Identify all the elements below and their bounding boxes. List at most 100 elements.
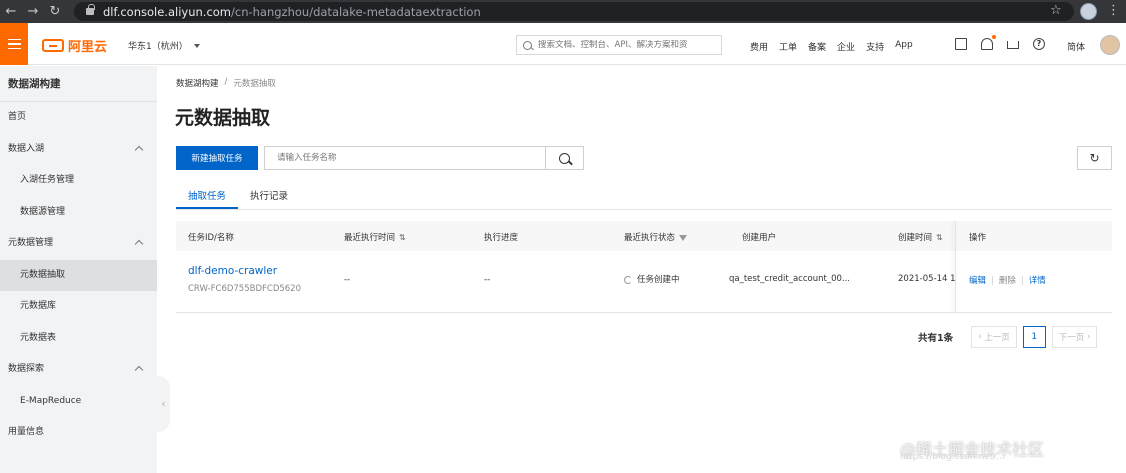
edit-link[interactable]: 编辑 bbox=[969, 276, 986, 286]
bookmark-star-icon[interactable]: ☆ bbox=[1050, 3, 1062, 18]
sidebar-group-metadata[interactable]: 元数据管理 bbox=[0, 228, 157, 260]
breadcrumb-current: 元数据抽取 bbox=[233, 79, 276, 89]
details-link[interactable]: 详情 bbox=[1029, 276, 1046, 286]
address-bar[interactable]: dlf.console.aliyun.com/cn-hangzhou/datal… bbox=[74, 2, 1074, 21]
watermark-url: https://blog.csdn.net/... bbox=[900, 452, 1005, 462]
browser-menu-icon[interactable]: ⋮ bbox=[1107, 3, 1120, 18]
table-header: 任务ID/名称 最近执行时间 ⇅ 执行进度 最近执行状态 创建用户 创建时间 ⇅ 操… bbox=[176, 221, 1112, 251]
sort-icon[interactable]: ⇅ bbox=[936, 233, 943, 242]
url-path: /cn-hangzhou/datalake-metadataextraction bbox=[231, 4, 481, 19]
progress: -- bbox=[484, 275, 491, 285]
tasks-table: 任务ID/名称 最近执行时间 ⇅ 执行进度 最近执行状态 创建用户 创建时间 ⇅ 操… bbox=[176, 221, 1112, 313]
sidebar-item-metadata-extraction[interactable]: 元数据抽取 bbox=[0, 259, 157, 291]
help-icon[interactable]: ? bbox=[1033, 38, 1045, 50]
notification-bell-icon[interactable] bbox=[981, 35, 996, 50]
forward-icon[interactable]: → bbox=[22, 0, 44, 23]
delete-link[interactable]: 删除 bbox=[999, 276, 1016, 286]
region-label: 华东1（杭州） bbox=[128, 42, 188, 52]
region-selector[interactable]: 华东1（杭州） bbox=[128, 39, 200, 52]
back-icon[interactable]: ← bbox=[0, 0, 22, 23]
chevron-left-icon: ‹ bbox=[161, 398, 166, 410]
breadcrumb: 数据湖构建 / 元数据抽取 bbox=[176, 77, 276, 89]
url-host: dlf.console.aliyun.com bbox=[103, 4, 231, 19]
task-search bbox=[264, 146, 584, 170]
refresh-icon: ↻ bbox=[1089, 151, 1100, 165]
last-run-time: -- bbox=[344, 275, 351, 285]
browser-toolbar: ← → ↻ dlf.console.aliyun.com/cn-hangzhou… bbox=[0, 0, 1126, 23]
sidebar-item-metadata-databases[interactable]: 元数据库 bbox=[0, 291, 157, 323]
col-task-id-name: 任务ID/名称 bbox=[188, 233, 234, 243]
cart-icon[interactable] bbox=[1007, 41, 1019, 49]
nav-fees[interactable]: 费用 bbox=[750, 40, 768, 53]
breadcrumb-parent[interactable]: 数据湖构建 bbox=[176, 77, 219, 89]
sidebar-item-ingestion-tasks[interactable]: 入湖任务管理 bbox=[0, 165, 157, 197]
logo-text: 阿里云 bbox=[68, 40, 108, 55]
refresh-button[interactable]: ↻ bbox=[1077, 146, 1112, 170]
prev-page-label: 上一页 bbox=[984, 333, 1010, 343]
new-extraction-task-button[interactable]: 新建抽取任务 bbox=[176, 146, 258, 170]
task-id: CRW-FC6D755BDFCD5620 bbox=[188, 284, 302, 294]
chevron-up-icon bbox=[134, 145, 144, 154]
sidebar-item-home[interactable]: 首页 bbox=[0, 102, 157, 134]
sidebar-item-usage[interactable]: 用量信息 bbox=[0, 417, 157, 449]
col-last-status[interactable]: 最近执行状态 bbox=[624, 231, 688, 243]
sidebar-group-exploration[interactable]: 数据探索 bbox=[0, 354, 157, 386]
sidebar-title: 数据湖构建 bbox=[0, 66, 157, 102]
tab-extraction-tasks[interactable]: 抽取任务 bbox=[176, 186, 239, 209]
nav-icp[interactable]: 备案 bbox=[808, 40, 826, 53]
sidebar-item-label: 数据探索 bbox=[8, 364, 45, 374]
page-title: 元数据抽取 bbox=[175, 107, 271, 129]
nav-app[interactable]: App bbox=[895, 40, 913, 53]
actions-column-divider bbox=[955, 221, 956, 313]
task-search-button[interactable] bbox=[545, 147, 583, 169]
tab-bar: 抽取任务 执行记录 bbox=[176, 186, 1112, 210]
task-search-input[interactable] bbox=[265, 147, 545, 169]
chevron-up-icon bbox=[134, 365, 144, 375]
sidebar-group-ingestion[interactable]: 数据入湖 bbox=[0, 134, 157, 166]
sidebar-item-label: 入湖任务管理 bbox=[20, 175, 75, 185]
nav-enterprise[interactable]: 企业 bbox=[837, 40, 855, 53]
sidebar-item-datasources[interactable]: 数据源管理 bbox=[0, 197, 157, 229]
menu-toggle-button[interactable] bbox=[0, 23, 28, 65]
sort-icon[interactable]: ⇅ bbox=[399, 233, 406, 242]
status: 任务创建中 bbox=[624, 273, 680, 285]
sidebar-item-label: E-MapReduce bbox=[20, 395, 82, 406]
next-page-label: 下一页 bbox=[1058, 333, 1085, 343]
sidebar-item-label: 用量信息 bbox=[8, 427, 45, 437]
tab-execution-records[interactable]: 执行记录 bbox=[238, 186, 300, 209]
global-search-input[interactable] bbox=[538, 40, 718, 50]
pagination: 共有1条 ‹ 上一页 1 下一页 › bbox=[918, 326, 1098, 348]
profile-icon[interactable] bbox=[1080, 3, 1097, 20]
nav-tickets[interactable]: 工单 bbox=[779, 40, 797, 53]
message-icon[interactable] bbox=[955, 38, 967, 50]
sidebar-item-metadata-tables[interactable]: 元数据表 bbox=[0, 323, 157, 355]
col-last-run-time[interactable]: 最近执行时间 ⇅ bbox=[344, 231, 406, 243]
avatar[interactable] bbox=[1100, 35, 1120, 55]
reload-icon[interactable]: ↻ bbox=[44, 0, 66, 23]
sidebar-item-label: 元数据库 bbox=[20, 301, 57, 311]
next-page-button[interactable]: 下一页 › bbox=[1051, 326, 1098, 348]
sidebar-item-label: 元数据表 bbox=[20, 332, 57, 343]
aliyun-logo-icon bbox=[42, 39, 64, 52]
page-number-button[interactable]: 1 bbox=[1022, 326, 1046, 348]
action-divider: | bbox=[991, 276, 994, 286]
sidebar-item-label: 元数据抽取 bbox=[20, 269, 66, 280]
sidebar-collapse-handle[interactable]: ‹ bbox=[157, 376, 170, 432]
prev-page-button[interactable]: ‹ 上一页 bbox=[971, 326, 1017, 348]
nav-support[interactable]: 支持 bbox=[866, 40, 884, 53]
task-name-link[interactable]: dlf-demo-crawler bbox=[188, 265, 277, 277]
language-switch[interactable]: 简体 bbox=[1067, 40, 1085, 53]
global-search[interactable] bbox=[516, 35, 722, 55]
sidebar-item-label: 数据源管理 bbox=[20, 206, 66, 217]
col-last-status-label: 最近执行状态 bbox=[624, 233, 676, 243]
col-created-time[interactable]: 创建时间 ⇅ bbox=[898, 231, 943, 243]
aliyun-logo[interactable]: 阿里云 bbox=[42, 36, 107, 55]
sidebar-item-emapreduce[interactable]: E-MapReduce bbox=[0, 386, 157, 418]
sidebar-item-label: 数据入湖 bbox=[8, 143, 45, 154]
filter-icon[interactable] bbox=[679, 234, 688, 241]
creator: qa_test_credit_account_00... bbox=[729, 274, 851, 284]
caret-down-icon bbox=[193, 43, 200, 48]
chevron-right-icon: › bbox=[1084, 332, 1091, 342]
col-actions: 操作 bbox=[969, 233, 987, 243]
col-created-time-label: 创建时间 bbox=[898, 233, 933, 243]
